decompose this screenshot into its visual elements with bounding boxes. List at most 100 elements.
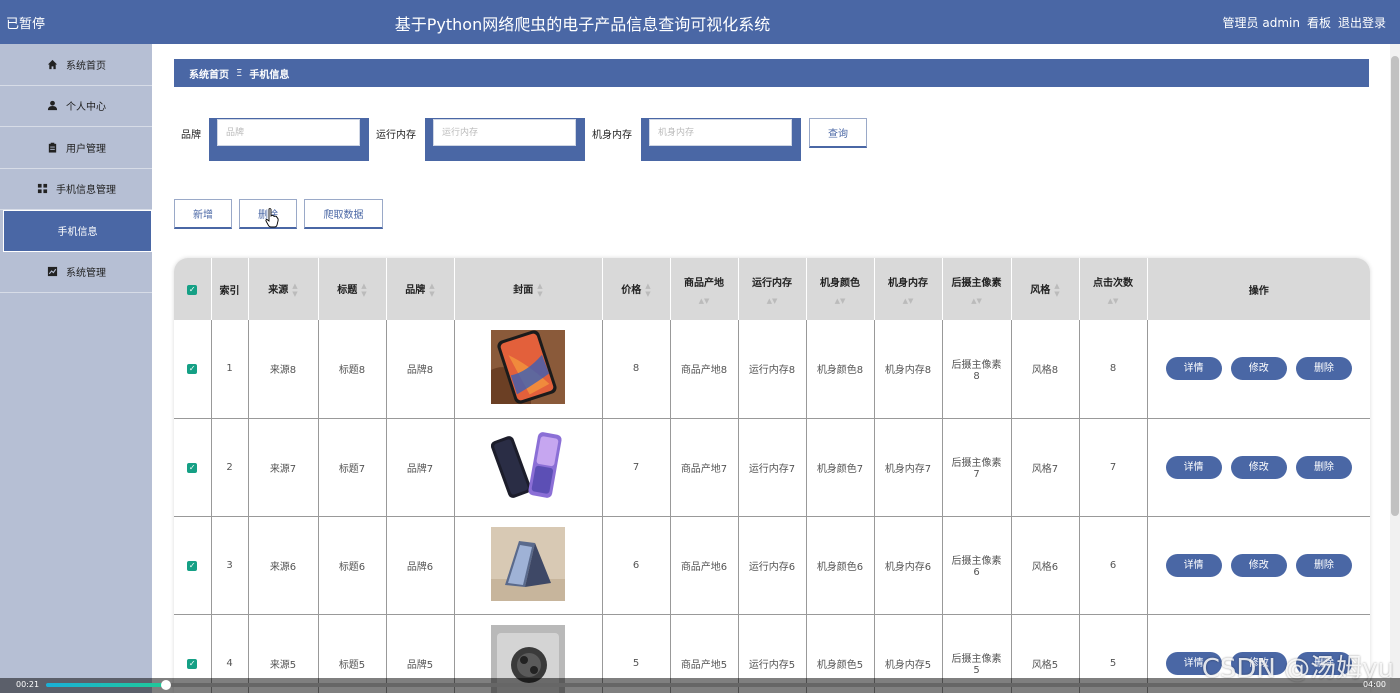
column-header-ram[interactable]: 运行内存 ▲▼ <box>738 258 807 320</box>
sort-icon: ▲▼ <box>429 281 435 298</box>
cell-origin: 商品产地6 <box>670 516 739 615</box>
storage-input[interactable] <box>649 119 792 146</box>
column-header-color[interactable]: 机身颜色 ▲▼ <box>806 258 875 320</box>
cell-source: 来源8 <box>248 320 319 419</box>
cell-ops: 详情 修改 删除 <box>1147 516 1370 615</box>
scrollbar-thumb[interactable] <box>1391 56 1399 516</box>
query-button[interactable]: 查询 <box>809 118 867 148</box>
phone-cover-image <box>491 428 565 503</box>
sidebar-item-users[interactable]: 用户管理 <box>0 127 152 169</box>
crawl-button[interactable]: 爬取数据 <box>304 199 383 229</box>
cell-index: 1 <box>211 320 249 419</box>
chart-icon <box>46 266 58 278</box>
sort-icon: ▲▼ <box>698 296 710 305</box>
edit-button[interactable]: 修改 <box>1230 553 1287 577</box>
ram-label: 运行内存 <box>376 130 416 141</box>
sort-icon: ▲▼ <box>1107 296 1119 305</box>
progress-knob[interactable] <box>161 680 171 690</box>
edit-button[interactable]: 修改 <box>1230 455 1287 479</box>
cell-cover <box>454 418 603 517</box>
sidebar-item-profile[interactable]: 个人中心 <box>0 86 152 127</box>
user-menu[interactable]: 管理员 admin <box>1223 14 1300 31</box>
cell-source: 来源6 <box>248 516 319 615</box>
cell-camera: 后摄主像素 7 <box>942 418 1012 517</box>
cell-brand: 品牌8 <box>386 320 455 419</box>
board-link[interactable]: 看板 <box>1307 14 1331 31</box>
select-all-checkbox[interactable]: ✓ <box>187 284 198 295</box>
cell-title: 标题6 <box>318 516 387 615</box>
edit-button[interactable]: 修改 <box>1230 357 1287 381</box>
cell-clicks: 7 <box>1079 418 1148 517</box>
cell-ops: 详情 修改 删除 <box>1147 320 1370 419</box>
detail-button[interactable]: 详情 <box>1165 553 1222 577</box>
cell-price: 8 <box>602 320 671 419</box>
sort-icon: ▲▼ <box>902 296 914 305</box>
cell-color: 机身颜色6 <box>806 516 875 615</box>
column-header-style[interactable]: 风格 ▲ ▼ <box>1011 258 1080 320</box>
video-progress-bar: 00:21 04:00 <box>0 678 1400 693</box>
sort-icon: ▲▼ <box>361 281 367 298</box>
column-header-camera[interactable]: 后摄主像素 ▲▼ <box>942 258 1012 320</box>
column-header-storage[interactable]: 机身内存 ▲▼ <box>874 258 943 320</box>
brand-input[interactable] <box>217 119 360 146</box>
cell-origin: 商品产地8 <box>670 320 739 419</box>
cell-ram: 运行内存8 <box>738 320 807 419</box>
detail-button[interactable]: 详情 <box>1165 357 1222 381</box>
column-header-brand[interactable]: 品牌 ▲ ▼ <box>386 258 455 320</box>
cell-price: 7 <box>602 418 671 517</box>
sidebar-item-phone-info-management[interactable]: 手机信息管理 <box>0 169 152 210</box>
row-delete-button[interactable]: 删除 <box>1295 455 1352 479</box>
cell-ops: 详情 修改 删除 <box>1147 418 1370 517</box>
add-button[interactable]: 新增 <box>174 199 232 229</box>
row-checkbox[interactable]: ✓ <box>187 658 198 669</box>
progress-fill <box>46 683 166 687</box>
breadcrumb-home[interactable]: 系统首页 <box>189 66 229 81</box>
sidebar-item-label: 手机信息管理 <box>56 185 116 197</box>
cell-storage: 机身内存6 <box>874 516 943 615</box>
cell-origin: 商品产地7 <box>670 418 739 517</box>
row-checkbox[interactable]: ✓ <box>187 364 198 375</box>
sort-icon: ▲▼ <box>645 281 651 298</box>
row-checkbox[interactable]: ✓ <box>187 462 198 473</box>
cell-camera: 后摄主像素 8 <box>942 320 1012 419</box>
sort-icon: ▲▼ <box>766 296 778 305</box>
cell-title: 标题7 <box>318 418 387 517</box>
table-row: ✓ 3 来源6 标题6 品牌6 6 商品产地6 运行内存6 机身颜色6 机身内存… <box>174 516 1370 615</box>
sidebar-item-label: 个人中心 <box>66 102 106 114</box>
breadcrumb-current: 手机信息 <box>249 69 290 81</box>
row-delete-button[interactable]: 删除 <box>1295 357 1352 381</box>
cell-cover <box>454 320 603 419</box>
row-checkbox[interactable]: ✓ <box>187 560 198 571</box>
column-header-price[interactable]: 价格 ▲ ▼ <box>602 258 671 320</box>
cell-style: 风格8 <box>1011 320 1080 419</box>
column-header-cover[interactable]: 封面 ▲ ▼ <box>454 258 603 320</box>
ram-input-box <box>425 118 585 161</box>
column-header-title[interactable]: 标题 ▲ ▼ <box>318 258 387 320</box>
user-icon <box>46 100 58 112</box>
breadcrumb-separator: Ξ <box>236 67 243 79</box>
top-bar: 已暂停 基于Python网络爬虫的电子产品信息查询可视化系统 管理员 admin… <box>0 0 1400 44</box>
table-row: ✓ 1 来源8 标题8 品牌8 8 商品产地8 运行内存8 机身颜色8 机身内存… <box>174 320 1370 419</box>
app-title: 基于Python网络爬虫的电子产品信息查询可视化系统 <box>394 15 771 34</box>
sidebar-item-phone-info[interactable]: 手机信息 <box>3 210 152 252</box>
cell-camera: 后摄主像素 6 <box>942 516 1012 615</box>
detail-button[interactable]: 详情 <box>1165 455 1222 479</box>
column-header-origin[interactable]: 商品产地 ▲▼ <box>670 258 739 320</box>
sidebar: 系统首页 个人中心 用户管理 手机信息管理 手机信息 系统管理 <box>0 44 152 693</box>
vertical-scrollbar[interactable] <box>1390 44 1400 693</box>
clipboard-icon <box>46 141 58 153</box>
sidebar-item-system[interactable]: 系统管理 <box>0 252 152 293</box>
column-header-source[interactable]: 来源 ▲ ▼ <box>248 258 319 320</box>
logout-link[interactable]: 退出登录 <box>1338 14 1386 31</box>
sidebar-item-label: 手机信息 <box>57 227 98 239</box>
sidebar-item-home[interactable]: 系统首页 <box>0 44 152 86</box>
ram-input[interactable] <box>433 119 576 146</box>
row-delete-button[interactable]: 删除 <box>1295 553 1352 577</box>
select-all-cell: ✓ <box>174 258 212 320</box>
column-header-clicks[interactable]: 点击次数 ▲▼ <box>1079 258 1148 320</box>
progress-track[interactable] <box>46 683 1376 687</box>
cell-color: 机身颜色8 <box>806 320 875 419</box>
home-icon <box>46 58 58 70</box>
phone-table: ✓ 索引 来源 ▲ ▼ 标题 ▲ ▼ 品牌 ▲ ▼ 封面 ▲ ▼ 价格 ▲ ▼ 商品产地 ▲▼ 运行内… <box>174 258 1370 693</box>
sidebar-item-label: 系统管理 <box>66 268 106 280</box>
